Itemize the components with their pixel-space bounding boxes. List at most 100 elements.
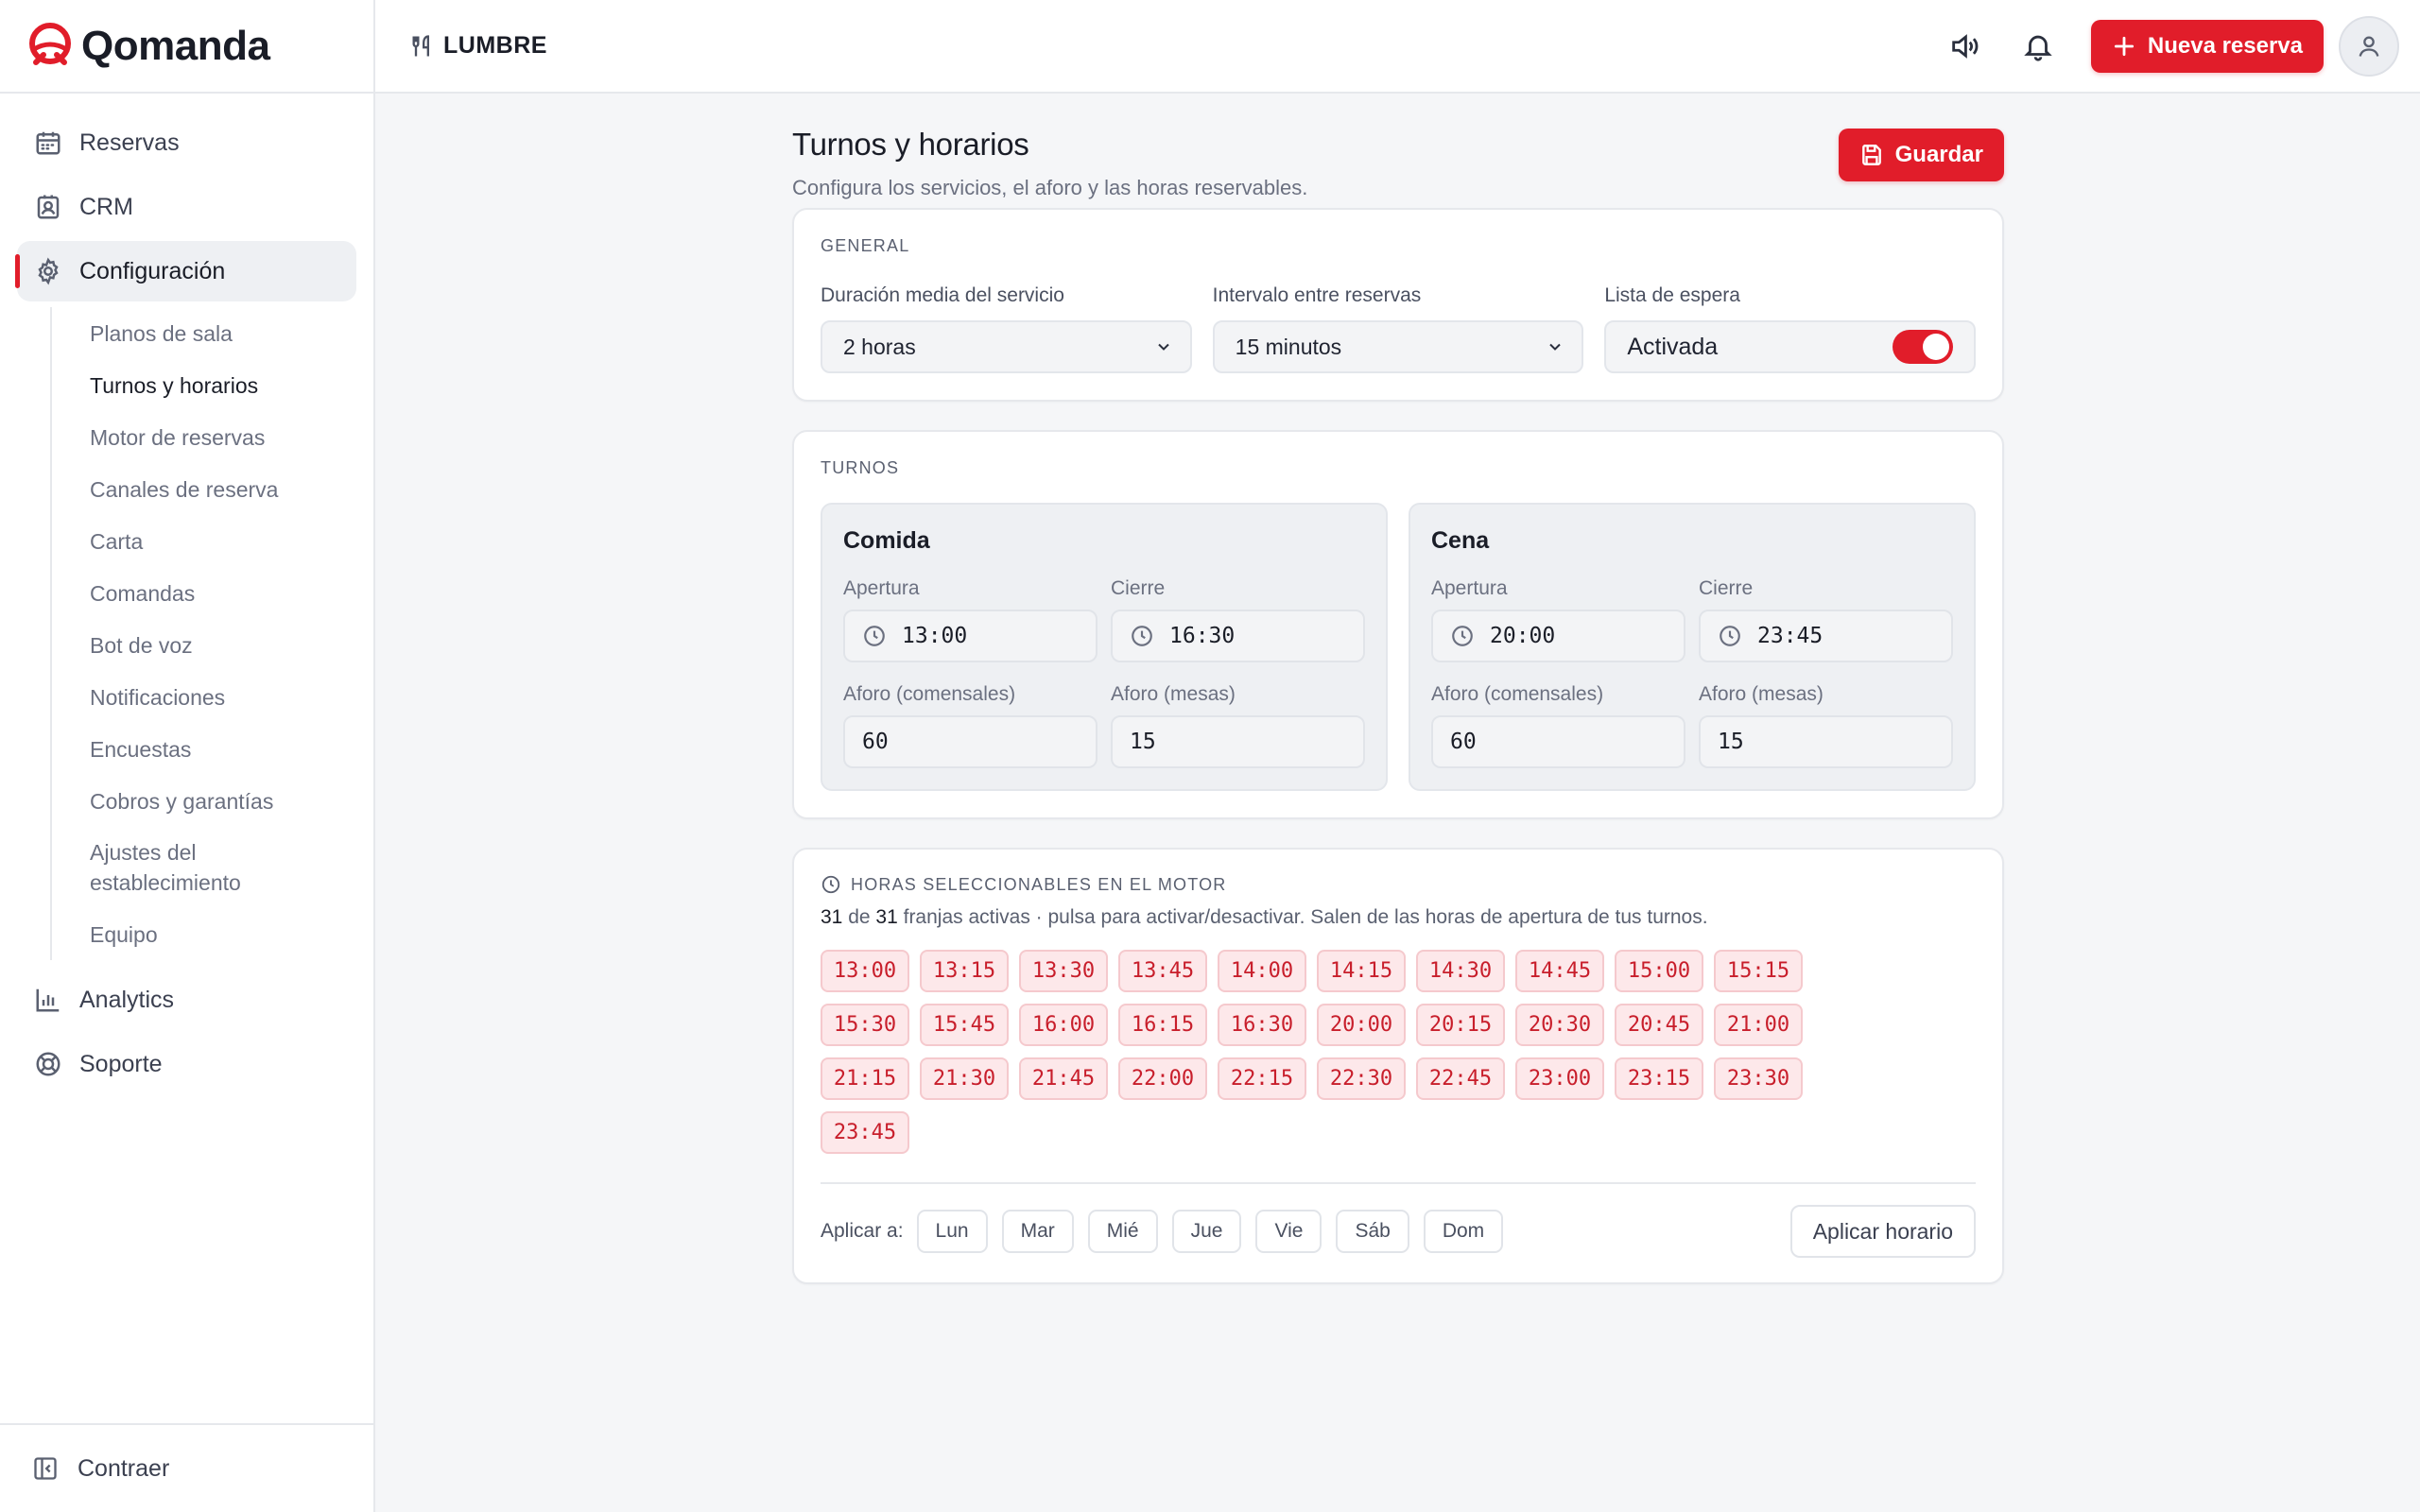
tables-capacity-input[interactable]: 15 [1699, 715, 1953, 768]
sidebar-item-reservas[interactable]: Reservas [17, 112, 356, 173]
time-slot[interactable]: 15:45 [920, 1004, 1009, 1046]
qomanda-logo-icon [29, 22, 71, 65]
people-capacity-input[interactable]: 60 [843, 715, 1098, 768]
time-slot[interactable]: 21:45 [1019, 1057, 1108, 1100]
time-slot[interactable]: 14:30 [1416, 950, 1505, 992]
tables-field: Aforo (mesas) 15 [1111, 683, 1365, 768]
time-slot[interactable]: 20:30 [1515, 1004, 1604, 1046]
time-slot[interactable]: 22:30 [1317, 1057, 1406, 1100]
time-slot[interactable]: 21:15 [821, 1057, 909, 1100]
duration-field: Duración media del servicio 2 horas [821, 284, 1192, 373]
time-slot[interactable]: 21:00 [1714, 1004, 1803, 1046]
sidebar-item-soporte[interactable]: Soporte [17, 1034, 356, 1094]
tables-label: Aforo (mesas) [1111, 683, 1236, 705]
subnav-comandas[interactable]: Comandas [52, 567, 373, 619]
subnav-carta[interactable]: Carta [52, 515, 373, 567]
tables-label: Aforo (mesas) [1699, 683, 1824, 705]
time-slot[interactable]: 16:00 [1019, 1004, 1108, 1046]
time-slot[interactable]: 22:45 [1416, 1057, 1505, 1100]
time-slot[interactable]: 16:30 [1218, 1004, 1306, 1046]
time-slot[interactable]: 20:15 [1416, 1004, 1505, 1046]
time-slot[interactable]: 15:15 [1714, 950, 1803, 992]
day-dom-button[interactable]: Dom [1423, 1210, 1504, 1253]
close-label: Cierre [1699, 577, 1754, 599]
tables-field: Aforo (mesas) 15 [1699, 683, 1953, 768]
sound-button[interactable] [1936, 18, 1993, 75]
subnav-turnos-y-horarios[interactable]: Turnos y horarios [52, 359, 373, 411]
brand-logo[interactable]: Qomanda [0, 0, 373, 94]
interval-label: Intervalo entre reservas [1212, 284, 1422, 306]
turno-fields: Apertura 13:00 Cierre 16:30 Aforo (comen… [843, 577, 1365, 768]
save-icon [1861, 145, 1881, 165]
day-vie-button[interactable]: Vie [1255, 1210, 1322, 1253]
time-slot[interactable]: 13:45 [1118, 950, 1207, 992]
waitlist-toggle[interactable] [1892, 330, 1953, 364]
subnav-cobros-y-garantias[interactable]: Cobros y garantías [52, 775, 373, 827]
calendar-icon [36, 131, 60, 155]
subnav-notificaciones[interactable]: Notificaciones [52, 671, 373, 723]
time-slot[interactable]: 14:00 [1218, 950, 1306, 992]
notifications-button[interactable] [2010, 18, 2066, 75]
subnav-motor-de-reservas[interactable]: Motor de reservas [52, 411, 373, 463]
close-time-input[interactable]: 23:45 [1699, 610, 1953, 662]
horas-header: HORAS SELECCIONABLES EN EL MOTOR [821, 874, 1976, 895]
top-actions: Nueva reserva [1936, 15, 2399, 77]
time-slot[interactable]: 23:15 [1615, 1057, 1703, 1100]
open-time-input[interactable]: 20:00 [1431, 610, 1685, 662]
time-slot[interactable]: 15:30 [821, 1004, 909, 1046]
open-time-input[interactable]: 13:00 [843, 610, 1098, 662]
time-slot[interactable]: 13:15 [920, 950, 1009, 992]
sidebar-item-label: Soporte [79, 1050, 163, 1077]
interval-select[interactable]: 15 minutos [1212, 320, 1584, 373]
day-mie-button[interactable]: Mié [1087, 1210, 1158, 1253]
day-sab-button[interactable]: Sáb [1336, 1210, 1409, 1253]
time-slot[interactable]: 13:30 [1019, 950, 1108, 992]
save-button[interactable]: Guardar [1838, 129, 2004, 181]
subnav-equipo[interactable]: Equipo [52, 908, 373, 960]
time-slot[interactable]: 16:15 [1118, 1004, 1207, 1046]
new-booking-button[interactable]: Nueva reserva [2090, 19, 2324, 73]
people-field: Aforo (comensales) 60 [843, 683, 1098, 768]
day-mar-button[interactable]: Mar [1001, 1210, 1074, 1253]
subnav-ajustes-del-establecimiento[interactable]: Ajustes del establecimiento [52, 827, 288, 908]
waitlist-toggle-box: Activada [1604, 320, 1976, 373]
day-jue-button[interactable]: Jue [1171, 1210, 1242, 1253]
time-slot[interactable]: 23:00 [1515, 1057, 1604, 1100]
sidebar-item-crm[interactable]: CRM [17, 177, 356, 237]
time-slot[interactable]: 23:30 [1714, 1057, 1803, 1100]
duration-select[interactable]: 2 horas [821, 320, 1192, 373]
day-lun-button[interactable]: Lun [916, 1210, 988, 1253]
people-capacity-input[interactable]: 60 [1431, 715, 1685, 768]
time-slot[interactable]: 21:30 [920, 1057, 1009, 1100]
turno-cena: Cena Apertura 20:00 Cierre 23:45 Aforo (… [1409, 503, 1976, 791]
waitlist-value: Activada [1627, 333, 1719, 360]
tables-capacity-input[interactable]: 15 [1111, 715, 1365, 768]
time-slot[interactable]: 22:15 [1218, 1057, 1306, 1100]
time-slot[interactable]: 14:15 [1317, 950, 1406, 992]
bell-icon [2024, 35, 2052, 61]
sidebar-item-configuracion[interactable]: Configuración [15, 241, 356, 301]
subnav-canales-de-reserva[interactable]: Canales de reserva [52, 463, 373, 515]
horas-card: HORAS SELECCIONABLES EN EL MOTOR 31 de 3… [792, 848, 2004, 1284]
time-slot[interactable]: 22:00 [1118, 1057, 1207, 1100]
time-slot[interactable]: 20:00 [1317, 1004, 1406, 1046]
time-slot[interactable]: 13:00 [821, 950, 909, 992]
time-slot[interactable]: 14:45 [1515, 950, 1604, 992]
venue-selector[interactable]: LUMBRE [409, 32, 547, 60]
time-slot[interactable]: 23:45 [821, 1111, 909, 1154]
clock-icon [1132, 626, 1152, 646]
time-slot[interactable]: 20:45 [1615, 1004, 1703, 1046]
user-avatar[interactable] [2339, 15, 2399, 77]
collapse-sidebar-button[interactable]: Contraer [0, 1423, 373, 1512]
sidebar-item-analytics[interactable]: Analytics [17, 970, 356, 1030]
subnav-bot-de-voz[interactable]: Bot de voz [52, 619, 373, 671]
turnos-card: TURNOS Comida Apertura 13:00 Cierre 16:3… [792, 430, 2004, 819]
apply-schedule-button[interactable]: Aplicar horario [1789, 1205, 1976, 1258]
time-slot[interactable]: 15:00 [1615, 950, 1703, 992]
clock-icon [1452, 626, 1473, 646]
subnav-encuestas[interactable]: Encuestas [52, 723, 373, 775]
close-time-input[interactable]: 16:30 [1111, 610, 1365, 662]
subnav-planos-de-sala[interactable]: Planos de sala [52, 307, 373, 359]
collapse-panel-icon [34, 1457, 57, 1480]
sidebar-item-label: Configuración [79, 257, 226, 284]
